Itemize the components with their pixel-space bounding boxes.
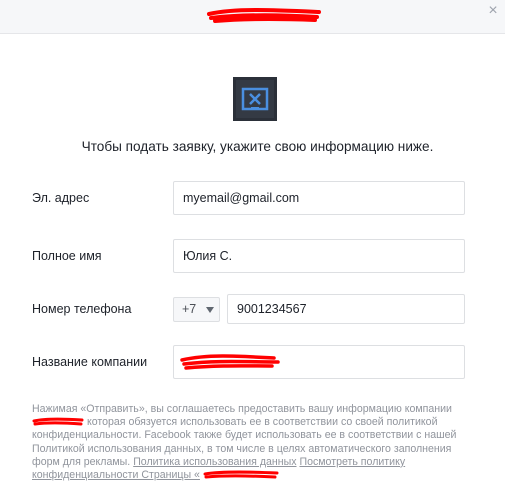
phone-field[interactable]: 9001234567 (227, 294, 465, 324)
email-field[interactable]: myemail@gmail.com (173, 181, 465, 215)
email-label: Эл. адрес (32, 191, 90, 205)
data-policy-link[interactable]: Политика использования данных (133, 456, 296, 468)
privacy-disclaimer: Нажимая «Отправить», вы соглашаетесь пре… (32, 403, 472, 482)
fullname-field[interactable]: Юлия С. (173, 239, 465, 273)
lead-form-dialog: × Чтобы подать заявку, укажите свою инфо… (0, 0, 505, 500)
phone-label: Номер телефона (32, 302, 132, 316)
country-code-select[interactable]: +7 (173, 297, 220, 322)
close-icon[interactable]: × (485, 3, 501, 19)
chevron-down-icon (206, 307, 214, 313)
dialog-header: × (0, 0, 505, 34)
form-instructions: Чтобы подать заявку, укажите свою информ… (81, 139, 434, 154)
fullname-label: Полное имя (32, 249, 102, 263)
disclaimer-text-1: Нажимая «Отправить», вы соглашаетесь пре… (32, 403, 452, 415)
redacted-company-value (180, 354, 280, 370)
company-label: Название компании (32, 355, 148, 369)
redacted-page-name (207, 8, 321, 23)
redacted-page-name-footer (203, 470, 279, 479)
redacted-company-name (32, 417, 84, 426)
country-code-value: +7 (182, 302, 197, 316)
company-field[interactable] (173, 345, 465, 379)
form-logo-icon (233, 77, 277, 121)
